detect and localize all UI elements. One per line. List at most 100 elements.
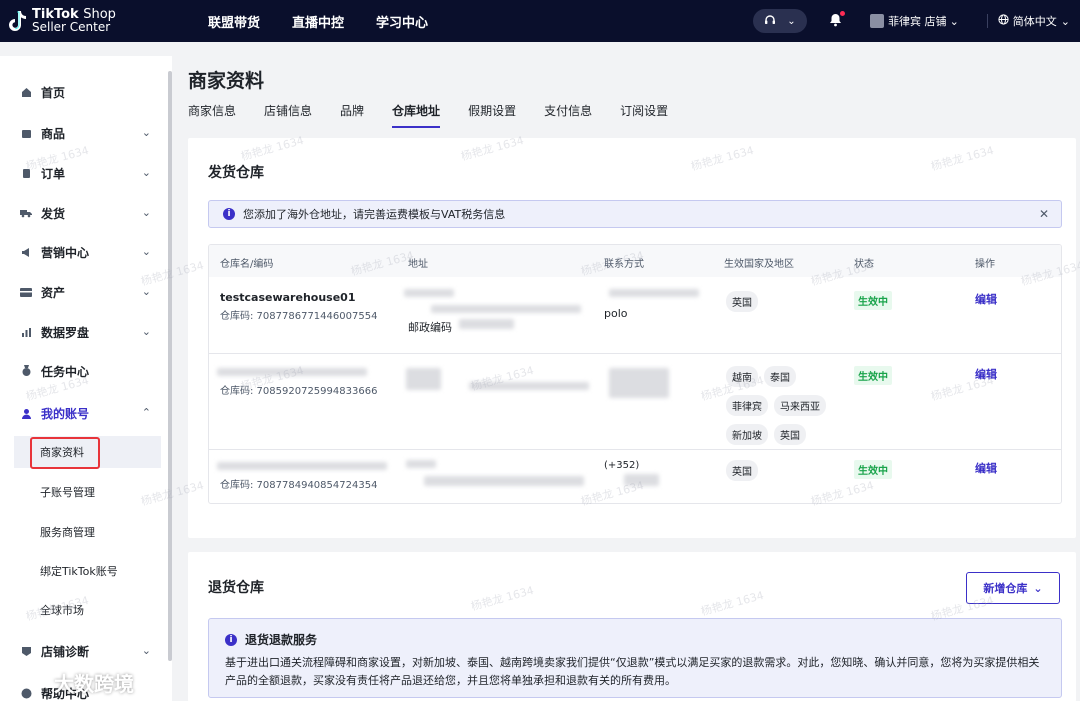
tab-warehouse-address[interactable]: 仓库地址 <box>392 102 441 128</box>
tiktok-note-icon <box>8 10 26 32</box>
order-icon <box>20 167 32 179</box>
sidebar-item-tasks[interactable]: 任务中心 <box>0 359 165 383</box>
tab-merchant-info[interactable]: 商家信息 <box>188 102 236 128</box>
main-content: 商家资料 商家信息 店铺信息 品牌 仓库地址 假期设置 支付信息 订阅设置 发货… <box>172 42 1080 701</box>
sidebar-item-label: 发货 <box>41 206 66 221</box>
redacted-contact <box>609 289 699 297</box>
region-tag: 越南 <box>726 366 758 387</box>
support-button[interactable]: ⌄ <box>753 9 808 33</box>
column-header: 生效国家及地区 <box>724 259 794 270</box>
divider <box>986 14 988 28</box>
warehouse-code: 仓库码: 7087784940854724354 <box>220 480 378 491</box>
sidebar-item-shop-diagnosis[interactable]: 店铺诊断 ⌄ <box>0 639 165 663</box>
redacted-warehouse-name <box>217 462 387 470</box>
status-cell: 生效中 <box>854 460 892 479</box>
tab-holiday-settings[interactable]: 假期设置 <box>468 102 516 128</box>
region-list: 英国 <box>726 460 764 489</box>
close-icon[interactable]: ✕ <box>1039 207 1049 221</box>
sidebar-item-my-account[interactable]: 我的账号 ⌃ <box>0 401 165 425</box>
refund-service-title: 退货退款服务 <box>245 633 318 647</box>
info-icon: i <box>223 208 235 220</box>
sidebar-subitem-label: 子账号管理 <box>40 486 95 499</box>
page-title: 商家资料 <box>188 70 265 92</box>
sidebar-item-label: 订单 <box>41 166 66 181</box>
region-list: 英国 <box>726 291 764 320</box>
column-header: 状态 <box>854 259 874 270</box>
sidebar-item-assets[interactable]: 资产 ⌄ <box>0 280 165 304</box>
refund-service-text: 基于进出口通关流程障碍和商家设置，对新加坡、泰国、越南跨境卖家我们提供“仅退款”… <box>225 656 1040 687</box>
warehouse-notice: i 您添加了海外仓地址，请完善运费模板与VAT税务信息 ✕ <box>208 200 1062 228</box>
store-name: 菲律宾 店铺 <box>888 15 947 28</box>
sidebar-item-label: 店铺诊断 <box>41 644 90 659</box>
redacted-address <box>424 476 584 486</box>
sidebar-item-label: 资产 <box>41 285 66 300</box>
edit-link[interactable]: 编辑 <box>975 460 997 476</box>
warehouse-name: testcasewarehouse01 <box>220 291 356 304</box>
user-icon <box>20 407 32 419</box>
region-tag: 英国 <box>726 460 758 481</box>
table-row: testcasewarehouse01 仓库码: 708778677144600… <box>209 277 1061 353</box>
chevron-up-icon: ⌃ <box>141 406 151 419</box>
column-header: 联系方式 <box>604 259 644 270</box>
sidebar-subitem-bind-tiktok[interactable]: 绑定TikTok账号 <box>14 555 161 587</box>
chevron-down-icon: ⌄ <box>141 166 151 179</box>
medal-icon <box>20 365 32 377</box>
add-warehouse-label: 新增仓库 <box>983 582 1028 595</box>
chevron-down-icon: ⌄ <box>949 14 959 28</box>
store-switcher[interactable]: 菲律宾 店铺 ⌄ <box>888 13 959 29</box>
sidebar-item-data-compass[interactable]: 数据罗盘 ⌄ <box>0 320 165 344</box>
sidebar-item-home[interactable]: 首页 <box>0 80 165 104</box>
region-tag: 马来西亚 <box>774 395 826 416</box>
sidebar-item-label: 首页 <box>41 85 66 100</box>
column-header: 仓库名/编码 <box>220 259 274 270</box>
warehouse-table: 仓库名/编码 地址 联系方式 生效国家及地区 状态 操作 testcasewar… <box>208 244 1062 504</box>
tab-shop-info[interactable]: 店铺信息 <box>264 102 312 128</box>
refund-service-notice: i 退货退款服务 基于进出口通关流程障碍和商家设置，对新加坡、泰国、越南跨境卖家… <box>208 618 1062 698</box>
sidebar-item-shipping[interactable]: 发货 ⌄ <box>0 201 165 225</box>
sidebar-item-orders[interactable]: 订单 ⌄ <box>0 161 165 185</box>
add-warehouse-button[interactable]: 新增仓库 ⌄ <box>966 572 1060 604</box>
sidebar-item-marketing[interactable]: 营销中心 ⌄ <box>0 240 165 264</box>
product-icon <box>20 127 32 139</box>
table-row: 仓库码: 7087784940854724354 (+352) 英国 生效中 编… <box>209 449 1061 503</box>
sidebar-subitem-global-market[interactable]: 全球市场 <box>14 594 161 626</box>
tiktok-shop-logo[interactable]: TikTok Shop Seller Center <box>0 8 200 34</box>
info-icon: i <box>225 633 237 646</box>
profile-tabs: 商家信息 店铺信息 品牌 仓库地址 假期设置 支付信息 订阅设置 <box>188 102 696 128</box>
status-cell: 生效中 <box>854 366 892 385</box>
region-tag: 泰国 <box>764 366 796 387</box>
region-tag: 新加坡 <box>726 424 768 445</box>
sidebar-subitem-sub-accounts[interactable]: 子账号管理 <box>14 476 161 508</box>
region-tag: 英国 <box>774 424 806 445</box>
shipping-warehouse-title: 发货仓库 <box>208 165 264 181</box>
table-row: 仓库码: 7085920725994833666 越南 泰国菲律宾 马来西亚新加坡英… <box>209 353 1061 449</box>
language-switcher[interactable]: 简体中文 ⌄ <box>998 13 1070 29</box>
notification-button[interactable] <box>829 10 846 30</box>
region-tag: 菲律宾 <box>726 395 768 416</box>
tab-brand[interactable]: 品牌 <box>340 102 364 128</box>
edit-link[interactable]: 编辑 <box>975 291 997 307</box>
redacted-address <box>406 460 436 468</box>
sidebar-item-label: 营销中心 <box>41 245 90 260</box>
top-nav-affiliate[interactable]: 联盟带货 <box>208 12 260 31</box>
return-warehouse-card: 退货仓库 新增仓库 ⌄ i 退货退款服务 基于进出口通关流程障碍和商家设置，对新… <box>188 552 1076 701</box>
redacted-address <box>431 305 581 313</box>
tab-payment-info[interactable]: 支付信息 <box>544 102 592 128</box>
top-nav-live[interactable]: 直播中控 <box>292 12 344 31</box>
chevron-down-icon: ⌄ <box>141 245 151 258</box>
logo-seller-center: Seller Center <box>32 20 111 34</box>
edit-link[interactable]: 编辑 <box>975 366 997 382</box>
highlight-annotation-box <box>30 437 100 469</box>
tab-subscription[interactable]: 订阅设置 <box>620 102 668 128</box>
top-nav-learning[interactable]: 学习中心 <box>376 12 428 31</box>
sidebar-subitem-label: 绑定TikTok账号 <box>40 565 118 578</box>
sidebar: 首页 商品 ⌄ 订单 ⌄ 发货 ⌄ 营销中心 ⌄ 资产 ⌄ 数据罗盘 ⌄ 任务中… <box>0 56 172 701</box>
diagnosis-icon <box>20 645 32 657</box>
sidebar-subitem-service-providers[interactable]: 服务商管理 <box>14 516 161 548</box>
chevron-down-icon: ⌄ <box>141 206 151 219</box>
chevron-down-icon: ⌄ <box>141 325 151 338</box>
warehouse-code: 仓库码: 7087786771446007554 <box>220 311 378 322</box>
redacted-warehouse-name <box>217 368 367 376</box>
sidebar-item-products[interactable]: 商品 ⌄ <box>0 121 165 145</box>
redacted-address <box>404 289 454 297</box>
